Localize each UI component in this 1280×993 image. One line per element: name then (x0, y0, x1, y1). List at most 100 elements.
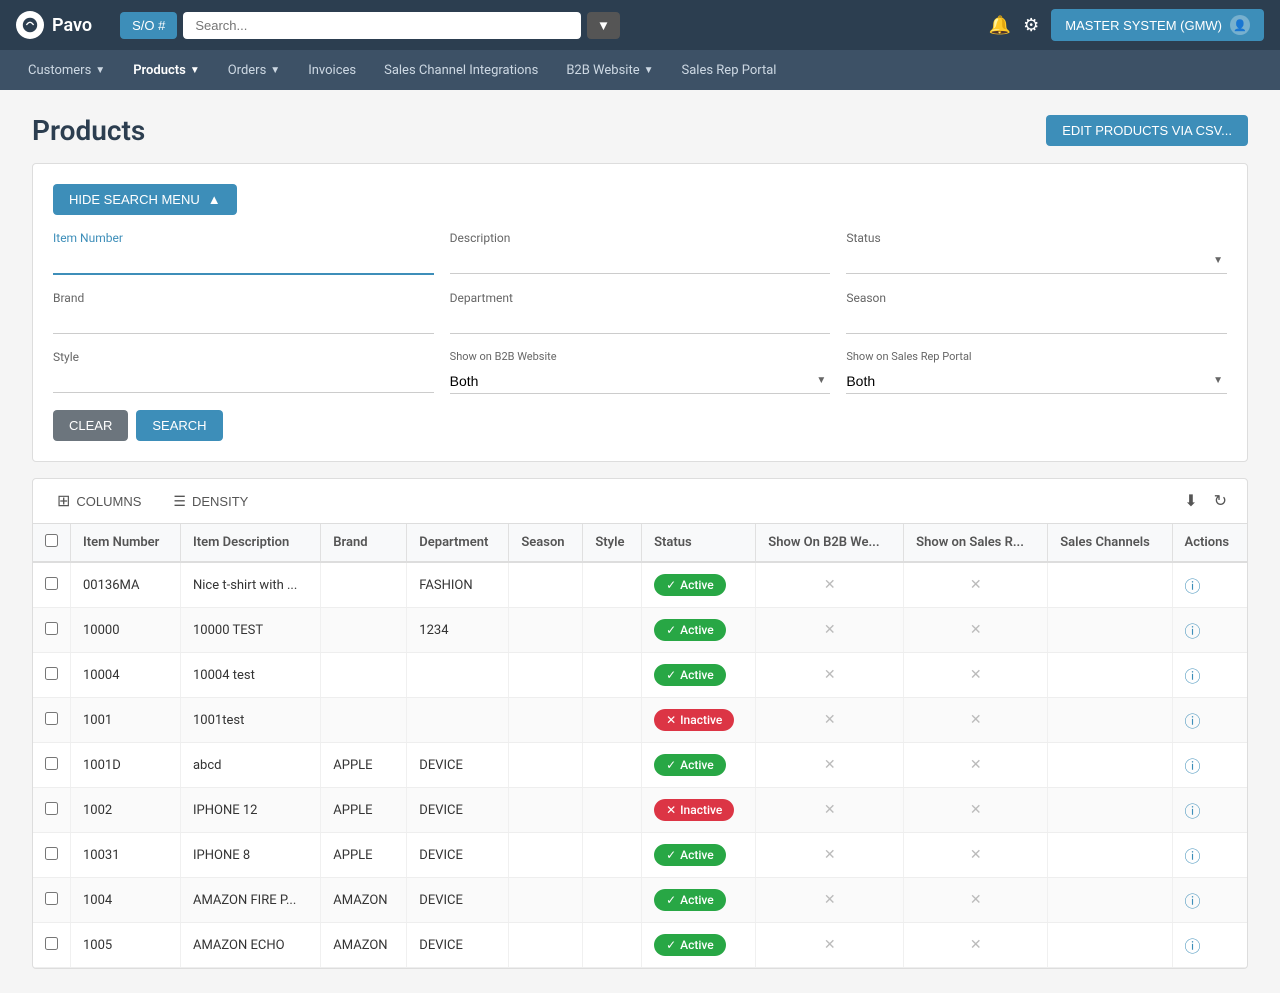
cell-actions: ⓘ (1172, 833, 1247, 878)
status-badge: ✓ Active (654, 844, 726, 866)
row-checkbox[interactable] (45, 847, 58, 860)
cell-style (583, 833, 642, 878)
cell-sales-channels (1048, 653, 1172, 698)
col-item-description: Item Description (180, 524, 320, 562)
user-avatar-icon: 👤 (1230, 15, 1250, 35)
nav-item-sales-channel[interactable]: Sales Channel Integrations (372, 55, 550, 86)
topbar-search-input[interactable] (183, 12, 581, 39)
table-row: 10031 IPHONE 8 APPLE DEVICE ✓ Active ✕ ✕… (33, 833, 1247, 878)
row-checkbox-cell[interactable] (33, 562, 71, 608)
status-icon: ✓ (666, 623, 676, 637)
row-checkbox-cell[interactable] (33, 788, 71, 833)
info-icon[interactable]: ⓘ (1185, 847, 1201, 866)
nav-item-products[interactable]: Products ▼ (121, 55, 212, 86)
row-checkbox-cell[interactable] (33, 878, 71, 923)
cell-description: 1001test (180, 698, 320, 743)
chevron-down-icon: ▼ (190, 65, 200, 76)
description-input[interactable] (450, 249, 831, 274)
style-label: Style (53, 350, 434, 364)
settings-icon[interactable]: ⚙ (1023, 15, 1039, 36)
cell-b2b: ✕ (756, 562, 904, 608)
cell-brand: APPLE (321, 743, 407, 788)
season-field: Season (846, 291, 1227, 334)
info-icon[interactable]: ⓘ (1185, 937, 1201, 956)
search-dropdown-btn[interactable]: ▼ (587, 12, 620, 39)
hide-search-button[interactable]: HIDE SEARCH MENU ▲ (53, 184, 237, 215)
department-field: Department (450, 291, 831, 334)
info-icon[interactable]: ⓘ (1185, 622, 1201, 641)
nav-item-invoices[interactable]: Invoices (296, 55, 368, 86)
select-all-header[interactable] (33, 524, 71, 562)
columns-button[interactable]: ⊞ COLUMNS (49, 487, 149, 515)
download-button[interactable]: ⬇ (1180, 487, 1201, 515)
cell-department: DEVICE (407, 788, 509, 833)
cell-style (583, 698, 642, 743)
edit-csv-button[interactable]: EDIT PRODUCTS VIA CSV... (1046, 115, 1248, 146)
info-icon[interactable]: ⓘ (1185, 757, 1201, 776)
cell-item-number: 10004 (71, 653, 181, 698)
density-button[interactable]: ☰ DENSITY (165, 489, 256, 514)
row-checkbox[interactable] (45, 667, 58, 680)
clear-button[interactable]: CLEAR (53, 410, 128, 441)
col-sales-channels: Sales Channels (1048, 524, 1172, 562)
row-checkbox[interactable] (45, 802, 58, 815)
status-badge: ✓ Active (654, 754, 726, 776)
status-icon: ✓ (666, 893, 676, 907)
row-checkbox-cell[interactable] (33, 653, 71, 698)
row-checkbox-cell[interactable] (33, 608, 71, 653)
row-checkbox[interactable] (45, 937, 58, 950)
cell-actions: ⓘ (1172, 923, 1247, 968)
topbar-right: 🔔 ⚙ MASTER SYSTEM (GMW) 👤 (989, 9, 1264, 41)
cell-brand (321, 608, 407, 653)
cell-department: 1234 (407, 608, 509, 653)
show-b2b-label: Show on B2B Website (450, 350, 831, 363)
row-checkbox-cell[interactable] (33, 833, 71, 878)
row-checkbox-cell[interactable] (33, 743, 71, 788)
brand-input[interactable] (53, 309, 434, 334)
status-icon: ✓ (666, 848, 676, 862)
cell-brand: AMAZON (321, 878, 407, 923)
cell-status: ✓ Active (642, 743, 756, 788)
table-row: 1001 1001test ✕ Inactive ✕ ✕ ⓘ (33, 698, 1247, 743)
info-icon[interactable]: ⓘ (1185, 577, 1201, 596)
row-checkbox[interactable] (45, 622, 58, 635)
info-icon[interactable]: ⓘ (1185, 892, 1201, 911)
search-button[interactable]: SEARCH (136, 410, 222, 441)
item-number-input[interactable] (53, 249, 434, 275)
status-select[interactable]: Active Inactive (846, 249, 1227, 274)
row-checkbox-cell[interactable] (33, 923, 71, 968)
so-button[interactable]: S/O # (120, 12, 177, 39)
row-checkbox[interactable] (45, 757, 58, 770)
nav-item-b2b[interactable]: B2B Website ▼ (554, 55, 665, 86)
row-checkbox-cell[interactable] (33, 698, 71, 743)
show-b2b-select[interactable]: Both Yes No (450, 369, 831, 394)
brand-logo: Pavo (16, 11, 92, 39)
master-system-button[interactable]: MASTER SYSTEM (GMW) 👤 (1051, 9, 1264, 41)
cell-sales-channels (1048, 923, 1172, 968)
info-icon[interactable]: ⓘ (1185, 802, 1201, 821)
style-input[interactable] (53, 368, 434, 393)
page-header: Products EDIT PRODUCTS VIA CSV... (32, 114, 1248, 147)
row-checkbox[interactable] (45, 892, 58, 905)
nav-item-orders[interactable]: Orders ▼ (216, 55, 292, 86)
cell-item-number: 1004 (71, 878, 181, 923)
cell-brand: APPLE (321, 788, 407, 833)
nav-item-customers[interactable]: Customers ▼ (16, 55, 117, 86)
info-icon[interactable]: ⓘ (1185, 712, 1201, 731)
row-checkbox[interactable] (45, 577, 58, 590)
cell-sales-rep: ✕ (904, 788, 1048, 833)
status-badge: ✕ Inactive (654, 709, 734, 731)
season-input[interactable] (846, 309, 1227, 334)
refresh-button[interactable]: ↻ (1210, 487, 1231, 515)
show-sales-rep-select[interactable]: Both Yes No (846, 369, 1227, 394)
department-input[interactable] (450, 309, 831, 334)
notifications-icon[interactable]: 🔔 (989, 15, 1011, 36)
info-icon[interactable]: ⓘ (1185, 667, 1201, 686)
cell-season (509, 878, 583, 923)
cell-style (583, 743, 642, 788)
row-checkbox[interactable] (45, 712, 58, 725)
nav-item-sales-rep-portal[interactable]: Sales Rep Portal (670, 55, 789, 86)
cell-description: 10004 test (180, 653, 320, 698)
select-all-checkbox[interactable] (45, 534, 58, 547)
table-row: 1001D abcd APPLE DEVICE ✓ Active ✕ ✕ ⓘ (33, 743, 1247, 788)
